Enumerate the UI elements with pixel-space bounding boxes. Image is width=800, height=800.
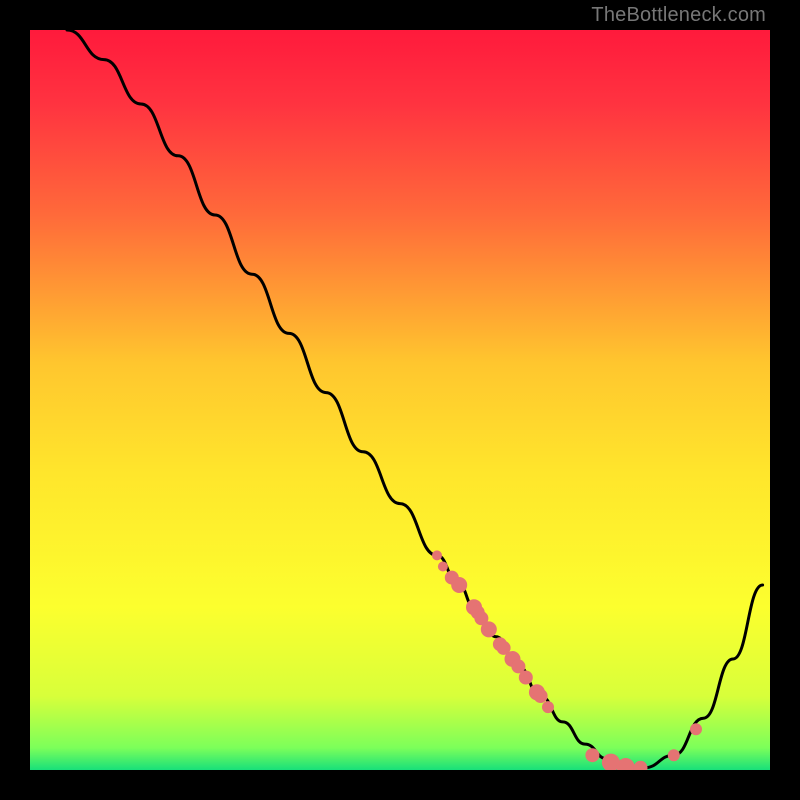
marker-point: [519, 671, 533, 685]
marker-point: [451, 577, 467, 593]
marker-point: [438, 562, 448, 572]
marker-point: [585, 748, 599, 762]
chart-background: [30, 30, 770, 770]
marker-point: [481, 621, 497, 637]
marker-point: [542, 701, 554, 713]
chart-frame: [30, 30, 770, 770]
marker-point: [432, 550, 442, 560]
attribution-text: TheBottleneck.com: [591, 4, 766, 27]
marker-point: [690, 723, 702, 735]
marker-point: [534, 689, 548, 703]
bottleneck-chart: [30, 30, 770, 770]
marker-point: [668, 749, 680, 761]
